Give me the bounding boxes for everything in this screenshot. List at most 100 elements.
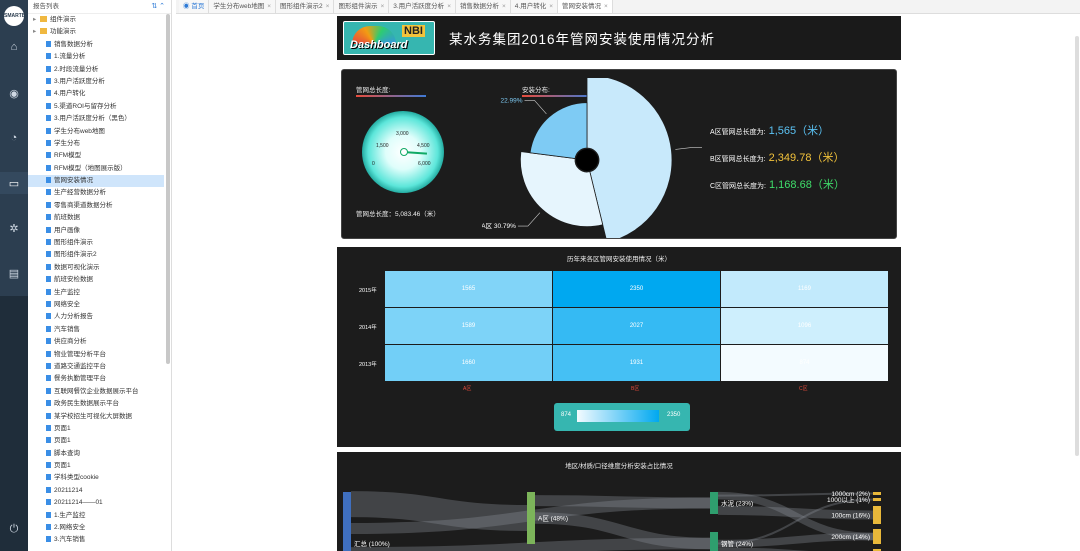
heatmap-cell[interactable]: 1096 [721,308,888,344]
tab[interactable]: 图形组件演示2 × [276,0,335,13]
tree-controls[interactable]: ⇅ ⌃ [151,0,165,14]
heatmap-cell[interactable]: 874 [721,345,888,381]
tree-header-label: 报告列表 [33,3,59,10]
icon-sidebar: SMARTBI ⌂ ◉ ◔ ▭ ✲ ▤ ⏻ [0,0,28,551]
tab[interactable]: 学生分布web地图 × [209,0,277,13]
tab[interactable]: ◉ 首页 [179,0,210,13]
tree-item[interactable]: RFM模型 [28,150,171,162]
sankey-node[interactable] [873,529,881,544]
gauge-hub [400,148,408,156]
tree-item[interactable]: 1.流量分析 [28,51,171,63]
tree-item[interactable]: 2.网络安全 [28,522,171,534]
tree-item[interactable]: 人力分析报告 [28,311,171,323]
sankey-node[interactable] [873,498,881,501]
tree-item[interactable]: 学生分布web地图 [28,126,171,138]
tree-item[interactable]: ▸ 功能演示 [28,26,171,38]
tree-item[interactable]: 用户画像 [28,225,171,237]
tree-item[interactable]: 供应商分析 [28,336,171,348]
tree-item[interactable]: 3.用户活跃度分析（黑色） [28,113,171,125]
tab[interactable]: 销售数据分析 × [455,0,511,13]
heatmap-cell[interactable]: 2350 [553,271,720,307]
monitor-icon[interactable]: ▭ [0,172,28,194]
tree-item[interactable]: 政务民生数据展示平台 [28,398,171,410]
tree-item[interactable]: 零售商渠道数据分析 [28,200,171,212]
report-icon [46,152,51,159]
tab[interactable]: 3.用户活跃度分析 × [389,0,456,13]
report-icon [46,90,51,97]
tree-item[interactable]: 图形组件演示2 [28,249,171,261]
heatmap-cell[interactable]: 1565 [385,271,552,307]
close-tab-icon[interactable]: × [326,3,330,10]
tree-item[interactable]: 2.时段流量分析 [28,64,171,76]
tree-item[interactable]: 物业管理分析平台 [28,349,171,361]
power-icon[interactable]: ⏻ [0,518,28,540]
tree-item[interactable]: ▸ 组件演示 [28,14,171,26]
sankey-node[interactable] [710,532,718,551]
tree-item[interactable]: 航班数据 [28,212,171,224]
tree-item[interactable]: 汽车销售 [28,324,171,336]
close-tab-icon[interactable]: × [447,3,451,10]
close-tab-icon[interactable]: × [380,3,384,10]
sankey-node[interactable] [343,492,351,551]
sankey-node[interactable] [527,492,535,544]
dashboard-icon[interactable]: ◔ [0,127,28,149]
tree-item[interactable]: 20211214 [28,485,171,497]
sankey-node[interactable] [710,492,718,514]
tab[interactable]: 4.用户转化 × [510,0,558,13]
tree-item-label: 政务民生数据展示平台 [54,400,119,408]
tree-item[interactable]: 3.汽车销售 [28,534,171,546]
heatmap-cell[interactable]: 1169 [721,271,888,307]
heatmap-cell[interactable]: 1660 [385,345,552,381]
tree-item[interactable]: 生产监控 [28,287,171,299]
pie-slice-C区[interactable] [529,102,588,159]
tree-item[interactable]: 页面1 [28,460,171,472]
close-tab-icon[interactable]: × [267,3,271,10]
dashboard-header: NBI Dashboard 某水务集团2016年管网安装使用情况分析 [337,16,901,60]
expand-arrow-icon[interactable]: ▸ [33,26,36,38]
sankey-node[interactable] [873,492,881,495]
tree-item[interactable]: 道路交通监控平台 [28,361,171,373]
heatmap-cell[interactable]: 2027 [553,308,720,344]
close-tab-icon[interactable]: × [604,3,608,10]
home-icon[interactable]: ⌂ [0,36,28,58]
tree-item[interactable]: 图形组件演示 [28,237,171,249]
tree-item[interactable]: 3.用户活跃度分析 [28,76,171,88]
tree-item[interactable]: 数据可视化演示 [28,262,171,274]
expand-arrow-icon[interactable]: ▸ [33,14,36,26]
tree-item[interactable]: 销售数据分析 [28,39,171,51]
close-tab-icon[interactable]: × [502,3,506,10]
page-scrollbar[interactable] [1075,36,1079,456]
sankey-link[interactable] [534,495,711,509]
tree-item[interactable]: 页面1 [28,435,171,447]
visual-map-bar[interactable] [577,410,659,422]
close-tab-icon[interactable]: × [549,3,553,10]
tree-item[interactable]: 学科类型cookie [28,472,171,484]
database-icon[interactable]: ◉ [0,82,28,104]
tree-item[interactable]: 互联网餐饮企业数据展示平台 [28,386,171,398]
sankey-node[interactable] [873,506,881,524]
tree-item[interactable]: 5.渠道ROI与留存分析 [28,101,171,113]
tab[interactable]: 管网安装情况 × [558,0,613,13]
tree-item[interactable]: 某学校招生可视化大屏数据 [28,411,171,423]
pdf-icon[interactable]: ▤ [0,262,28,284]
tree-item[interactable]: 页面1 [28,423,171,435]
heatmap-cell[interactable]: 1589 [385,308,552,344]
visual-map[interactable]: 874 2350 [554,403,690,431]
tree-item[interactable]: 脚本查询 [28,448,171,460]
tree-item[interactable]: 4.用户转化 [28,88,171,100]
tree-item[interactable]: 管网安装情况 [28,175,164,188]
heatmap-cell[interactable]: 1931 [553,345,720,381]
tab[interactable]: 图形组件演示 × [334,0,390,13]
tree-item[interactable]: RFM模型（地图展示版） [28,163,171,175]
report-icon [46,40,51,47]
tree-item[interactable]: 网络安全 [28,299,171,311]
tree-item[interactable]: 餐务执勤管理平台 [28,373,171,385]
tree-item[interactable]: 航班安检数据 [28,274,171,286]
tree-item[interactable]: 1.生产监控 [28,510,171,522]
tree-item[interactable]: 20211214——01 [28,497,171,509]
tree-item[interactable]: 生产经营数据分析 [28,187,171,199]
total-length-gauge: 0 1,500 3,000 4,500 6,000 [362,111,444,193]
tree-item[interactable]: 学生分布 [28,138,171,150]
tree-scrollbar[interactable] [166,14,170,364]
cogs-icon[interactable]: ✲ [0,217,28,239]
